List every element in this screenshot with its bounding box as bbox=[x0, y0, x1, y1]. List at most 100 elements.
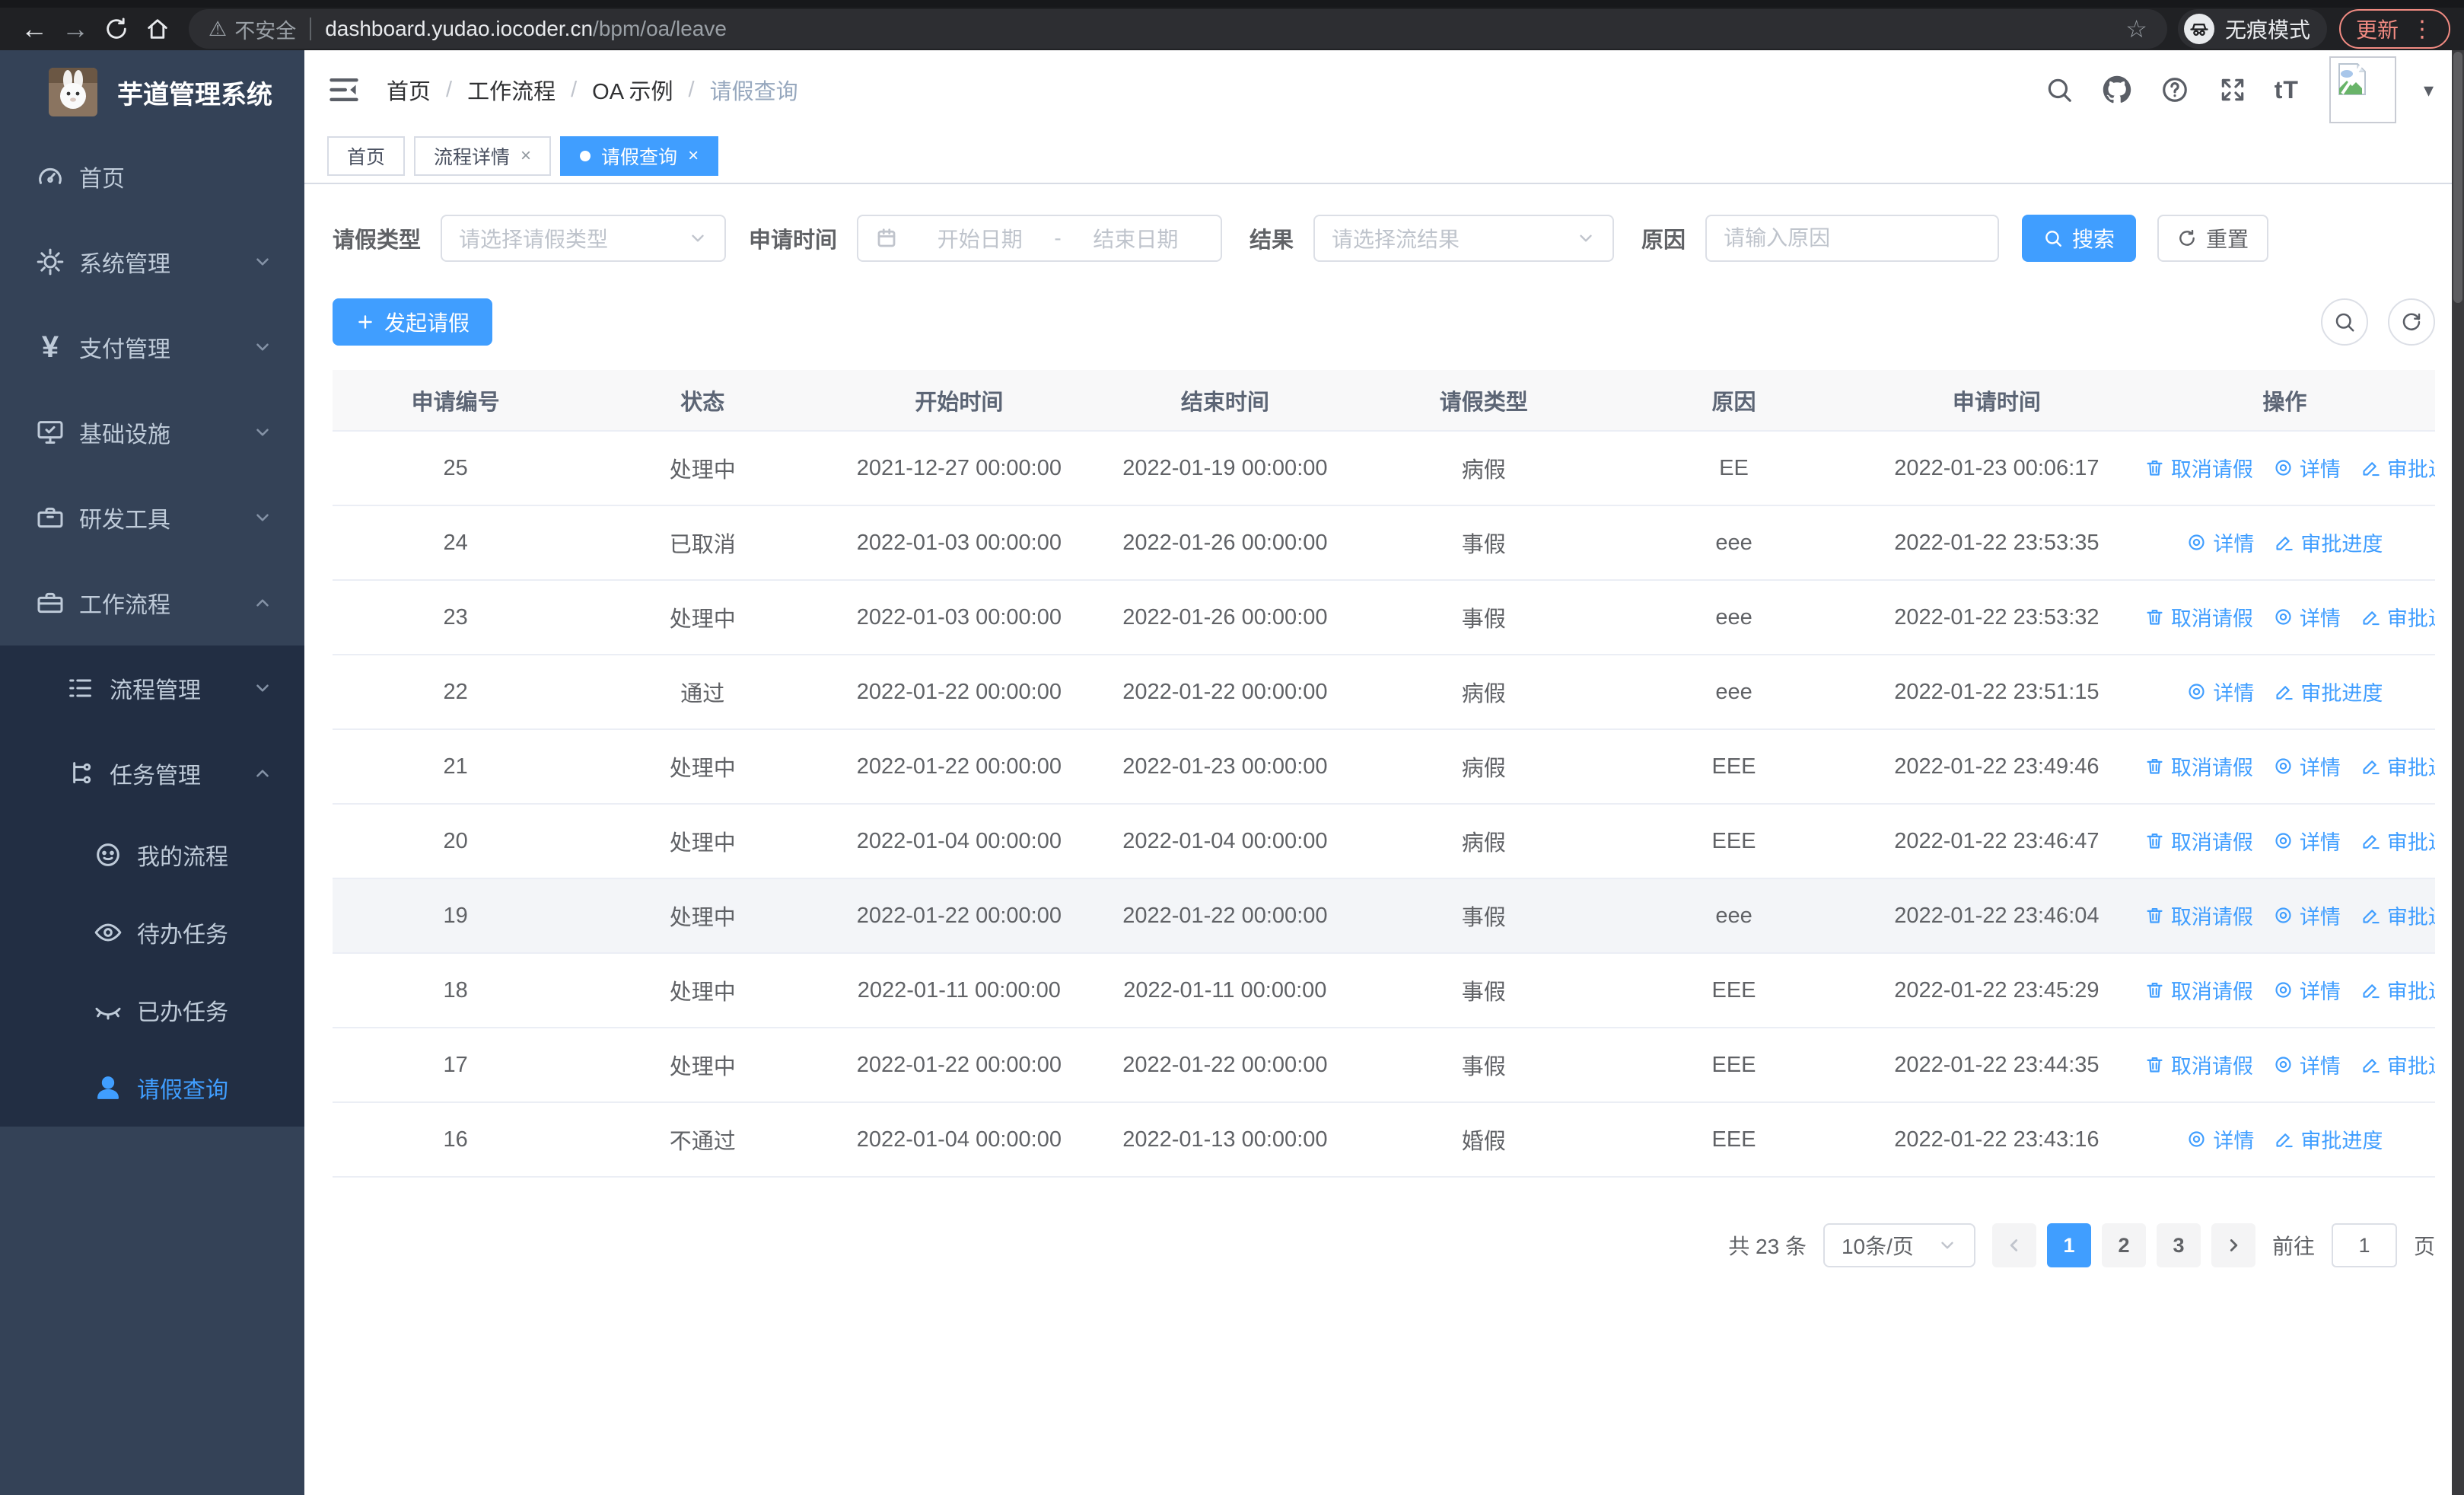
sidebar-item-done-tasks[interactable]: 已办任务 bbox=[0, 971, 304, 1049]
action-cancel-link[interactable]: 取消请假 bbox=[2144, 1050, 2253, 1079]
action-progress-link[interactable]: 审批进度 bbox=[2361, 826, 2435, 856]
sidebar-item-process-mgmt[interactable]: 流程管理 bbox=[0, 645, 304, 731]
page-size-select[interactable]: 10条/页 bbox=[1823, 1223, 1975, 1267]
cell-apply-time: 2022-01-22 23:46:47 bbox=[1858, 804, 2135, 879]
incognito-icon bbox=[2183, 14, 2214, 44]
action-progress-link[interactable]: 审批进度 bbox=[2274, 528, 2383, 557]
tab-home[interactable]: 首页 bbox=[327, 136, 406, 176]
action-progress-link[interactable]: 审批进度 bbox=[2361, 975, 2435, 1005]
action-progress-link[interactable]: 审批进度 bbox=[2361, 1050, 2435, 1079]
end-date-placeholder[interactable]: 结束日期 bbox=[1068, 223, 1204, 253]
action-cancel-link[interactable]: 取消请假 bbox=[2144, 826, 2253, 856]
table-row: 22 通过 2022-01-22 00:00:00 2022-01-22 00:… bbox=[333, 655, 2435, 730]
fullscreen-icon[interactable] bbox=[2217, 74, 2249, 106]
action-detail-link[interactable]: 详情 bbox=[2186, 528, 2254, 557]
page-button-3[interactable]: 3 bbox=[2156, 1223, 2201, 1267]
edit-pen-icon bbox=[2276, 685, 2294, 700]
table-row: 25 处理中 2021-12-27 00:00:00 2022-01-19 00… bbox=[333, 431, 2435, 506]
sidebar-item-payment[interactable]: ¥ 支付管理 bbox=[0, 304, 304, 390]
browser-forward-button[interactable]: → bbox=[55, 8, 96, 49]
action-detail-link[interactable]: 详情 bbox=[2273, 453, 2341, 483]
sidebar-item-my-process[interactable]: 我的流程 bbox=[0, 816, 304, 894]
action-cancel-link[interactable]: 取消请假 bbox=[2144, 751, 2253, 781]
action-detail-link[interactable]: 详情 bbox=[2273, 975, 2341, 1005]
browser-refresh-button[interactable] bbox=[96, 8, 137, 49]
action-detail-link[interactable]: 详情 bbox=[2186, 1124, 2254, 1154]
sidebar-item-workflow[interactable]: 工作流程 bbox=[0, 560, 304, 645]
close-icon[interactable]: × bbox=[520, 145, 531, 167]
cell-status: 处理中 bbox=[578, 804, 827, 879]
reset-button[interactable]: 重置 bbox=[2157, 215, 2269, 262]
tags-view-bar: 首页 流程详情 × 请假查询 × bbox=[304, 129, 2464, 184]
page-scrollbar[interactable] bbox=[2452, 50, 2464, 1495]
apply-time-range-picker[interactable]: 开始日期 - 结束日期 bbox=[857, 215, 1223, 262]
help-icon[interactable] bbox=[2159, 74, 2191, 106]
action-detail-link[interactable]: 详情 bbox=[2273, 602, 2341, 632]
action-progress-link[interactable]: 审批进度 bbox=[2361, 901, 2435, 930]
tab-leave-query[interactable]: 请假查询 × bbox=[560, 136, 719, 176]
prev-page-button[interactable] bbox=[1991, 1223, 2036, 1267]
avatar[interactable] bbox=[2329, 56, 2396, 123]
action-cancel-link[interactable]: 取消请假 bbox=[2144, 602, 2253, 632]
sidebar-item-infrastructure[interactable]: 基础设施 bbox=[0, 390, 304, 475]
start-date-placeholder[interactable]: 开始日期 bbox=[912, 223, 1048, 253]
leave-type-label: 请假类型 bbox=[333, 228, 422, 253]
refresh-table-button[interactable] bbox=[2388, 298, 2435, 346]
apply-time-label: 申请时间 bbox=[749, 228, 838, 253]
action-detail-link[interactable]: 详情 bbox=[2273, 901, 2341, 930]
breadcrumb-oa-example[interactable]: OA 示例 bbox=[592, 74, 673, 106]
cell-end-time: 2022-01-19 00:00:00 bbox=[1091, 431, 1359, 506]
sidebar-item-devtools[interactable]: 研发工具 bbox=[0, 475, 304, 560]
search-button[interactable]: 搜索 bbox=[2022, 215, 2137, 262]
sidebar-collapse-icon[interactable] bbox=[327, 73, 361, 107]
breadcrumb-home[interactable]: 首页 bbox=[387, 74, 431, 106]
bookmark-star-icon[interactable]: ☆ bbox=[2125, 14, 2147, 43]
action-progress-link[interactable]: 审批进度 bbox=[2361, 602, 2435, 632]
browser-update-button[interactable]: 更新 ⋮ bbox=[2338, 9, 2450, 49]
sidebar-item-system[interactable]: 系统管理 bbox=[0, 219, 304, 304]
browser-back-button[interactable]: ← bbox=[14, 8, 55, 49]
security-label[interactable]: 不安全 bbox=[234, 14, 296, 44]
font-size-icon[interactable]: tT bbox=[2275, 76, 2299, 104]
close-icon[interactable]: × bbox=[688, 145, 699, 167]
address-bar[interactable]: ⚠ 不安全 dashboard.yudao.iocoder.cn/bpm/oa/… bbox=[189, 9, 2167, 49]
cell-start-time: 2022-01-22 00:00:00 bbox=[826, 729, 1092, 805]
sidebar-item-task-mgmt[interactable]: 任务管理 bbox=[0, 731, 304, 816]
header-search-icon[interactable] bbox=[2043, 74, 2075, 106]
reason-input[interactable] bbox=[1724, 226, 1982, 250]
github-icon[interactable] bbox=[2101, 74, 2133, 106]
action-detail-link[interactable]: 详情 bbox=[2273, 826, 2341, 856]
action-progress-link[interactable]: 审批进度 bbox=[2361, 751, 2435, 781]
sidebar-item-leave-query[interactable]: 请假查询 bbox=[0, 1049, 304, 1127]
sidebar-item-home[interactable]: 首页 bbox=[0, 134, 304, 219]
action-detail-link[interactable]: 详情 bbox=[2273, 751, 2341, 781]
action-cancel-link[interactable]: 取消请假 bbox=[2144, 975, 2253, 1005]
tab-process-detail[interactable]: 流程详情 × bbox=[414, 136, 552, 176]
action-progress-link[interactable]: 审批进度 bbox=[2274, 1124, 2383, 1154]
action-progress-link[interactable]: 审批进度 bbox=[2274, 677, 2383, 706]
action-detail-link[interactable]: 详情 bbox=[2273, 1050, 2341, 1079]
action-cancel-link[interactable]: 取消请假 bbox=[2144, 453, 2253, 483]
search-icon bbox=[2335, 313, 2354, 332]
scrollbar-thumb[interactable] bbox=[2453, 52, 2462, 303]
cell-apply-time: 2022-01-22 23:43:16 bbox=[1858, 1102, 2135, 1178]
action-cancel-link[interactable]: 取消请假 bbox=[2144, 901, 2253, 930]
browser-menu-icon[interactable]: ⋮ bbox=[2411, 16, 2434, 43]
browser-home-button[interactable] bbox=[137, 8, 178, 49]
action-detail-link[interactable]: 详情 bbox=[2186, 677, 2254, 706]
breadcrumb-workflow[interactable]: 工作流程 bbox=[467, 74, 556, 106]
goto-page-input[interactable] bbox=[2331, 1223, 2397, 1267]
next-page-button[interactable] bbox=[2211, 1223, 2255, 1267]
avatar-caret-icon[interactable]: ▾ bbox=[2424, 78, 2434, 102]
leave-type-select[interactable]: 请选择请假类型 bbox=[441, 215, 727, 262]
create-leave-button[interactable]: 发起请假 bbox=[333, 298, 493, 346]
cell-reason: EEE bbox=[1609, 1102, 1859, 1178]
chevron-down-icon bbox=[688, 228, 708, 248]
result-select[interactable]: 请选择流结果 bbox=[1313, 215, 1615, 262]
action-progress-link[interactable]: 审批进度 bbox=[2361, 453, 2435, 483]
page-button-2[interactable]: 2 bbox=[2101, 1223, 2146, 1267]
toggle-search-button[interactable] bbox=[2321, 298, 2368, 346]
sidebar-item-todo-tasks[interactable]: 待办任务 bbox=[0, 894, 304, 971]
trash-icon bbox=[2147, 460, 2163, 476]
page-button-1[interactable]: 1 bbox=[2046, 1223, 2091, 1267]
